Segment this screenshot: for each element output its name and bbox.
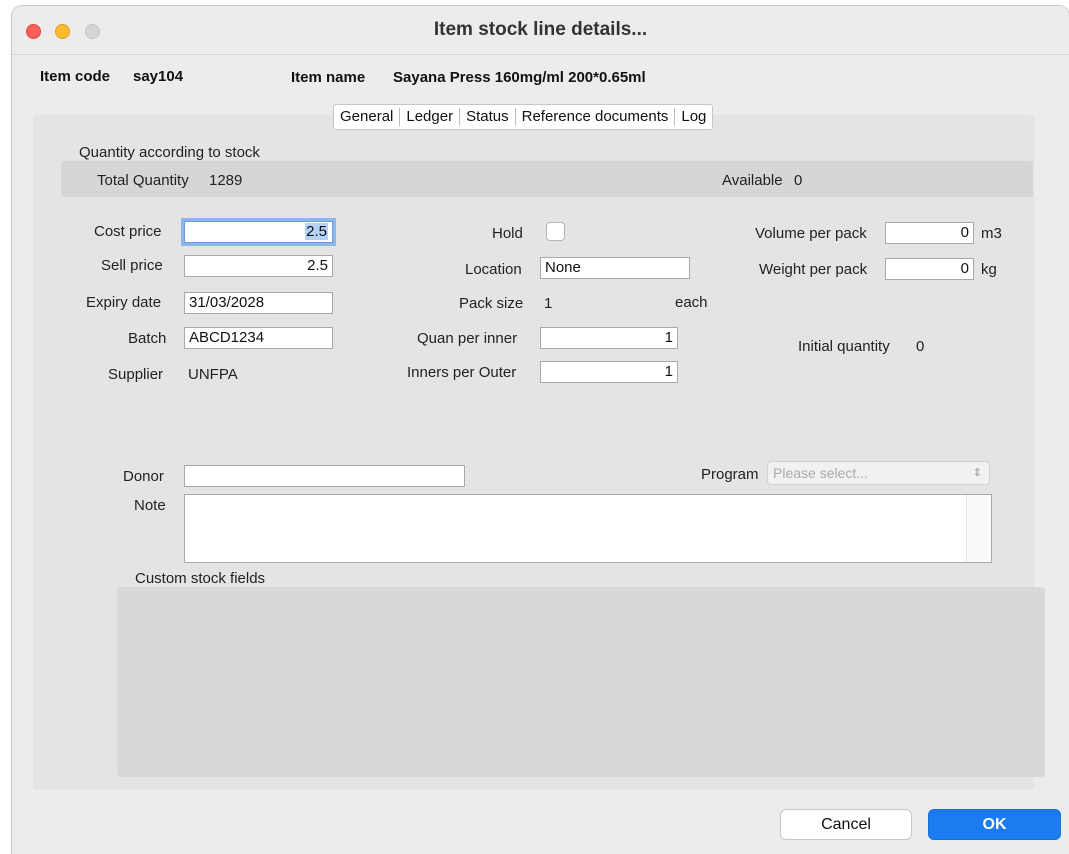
sell-price-input[interactable]: 2.5	[184, 255, 333, 277]
cancel-button[interactable]: Cancel	[780, 809, 912, 840]
total-quantity-label: Total Quantity	[97, 172, 189, 189]
expiry-date-label: Expiry date	[86, 294, 162, 311]
custom-stock-fields-label: Custom stock fields	[135, 570, 266, 587]
tab-ledger[interactable]: Ledger	[400, 108, 461, 126]
tab-log[interactable]: Log	[675, 108, 712, 126]
chevron-updown-icon: ⇕	[972, 467, 982, 479]
initial-quantity-label: Initial quantity	[798, 338, 890, 355]
batch-label: Batch	[128, 330, 167, 347]
item-code-label: Item code	[40, 68, 111, 85]
weight-per-pack-label: Weight per pack	[759, 261, 868, 278]
volume-per-pack-input[interactable]: 0	[885, 222, 974, 244]
sell-price-label: Sell price	[101, 257, 163, 274]
title-bar: Item stock line details...	[12, 6, 1069, 55]
tab-status[interactable]: Status	[460, 108, 516, 126]
pack-unit: each	[675, 294, 708, 311]
tab-reference-documents[interactable]: Reference documents	[516, 108, 676, 126]
volume-unit: m3	[981, 225, 1002, 242]
pack-size-label: Pack size	[459, 295, 524, 312]
tab-general[interactable]: General	[334, 108, 401, 126]
custom-stock-fields-area	[117, 587, 1045, 777]
quan-per-inner-input[interactable]: 1	[540, 327, 678, 349]
hold-label: Hold	[492, 225, 523, 242]
hold-checkbox[interactable]	[546, 222, 565, 241]
cost-price-value: 2.5	[305, 223, 328, 240]
volume-per-pack-label: Volume per pack	[755, 225, 867, 242]
ok-button[interactable]: OK	[928, 809, 1061, 840]
total-quantity-value: 1289	[209, 172, 243, 189]
initial-quantity-value: 0	[916, 338, 925, 355]
cost-price-input[interactable]: 2.5	[184, 221, 333, 243]
item-name-label: Item name	[291, 69, 366, 86]
quantity-bar	[61, 161, 1033, 197]
item-name-value: Sayana Press 160mg/ml 200*0.65ml	[393, 69, 646, 86]
supplier-value: UNFPA	[188, 366, 238, 383]
item-code-value: say104	[133, 68, 184, 85]
note-textarea[interactable]	[184, 494, 992, 563]
donor-input[interactable]	[184, 465, 465, 487]
cost-price-label: Cost price	[94, 223, 162, 240]
program-label: Program	[701, 466, 759, 483]
pack-size-value: 1	[544, 295, 553, 312]
batch-input[interactable]: ABCD1234	[184, 327, 333, 349]
tab-bar: General Ledger Status Reference document…	[333, 104, 714, 130]
supplier-label: Supplier	[108, 366, 164, 383]
available-value: 0	[794, 172, 803, 189]
expiry-date-input[interactable]: 31/03/2028	[184, 292, 333, 314]
available-label: Available	[722, 172, 783, 189]
weight-unit: kg	[981, 261, 997, 278]
program-placeholder: Please select...	[773, 465, 868, 481]
location-input[interactable]: None	[540, 257, 690, 279]
note-scrollbar[interactable]	[966, 495, 991, 562]
inners-per-outer-label: Inners per Outer	[407, 364, 517, 381]
note-label: Note	[134, 497, 166, 514]
donor-label: Donor	[123, 468, 164, 485]
program-select[interactable]: Please select... ⇕	[767, 461, 990, 485]
quan-per-inner-label: Quan per inner	[417, 330, 518, 347]
inners-per-outer-input[interactable]: 1	[540, 361, 678, 383]
window-title: Item stock line details...	[433, 19, 648, 40]
weight-per-pack-input[interactable]: 0	[885, 258, 974, 280]
quantity-section-label: Quantity according to stock	[79, 144, 260, 161]
location-label: Location	[465, 261, 522, 278]
